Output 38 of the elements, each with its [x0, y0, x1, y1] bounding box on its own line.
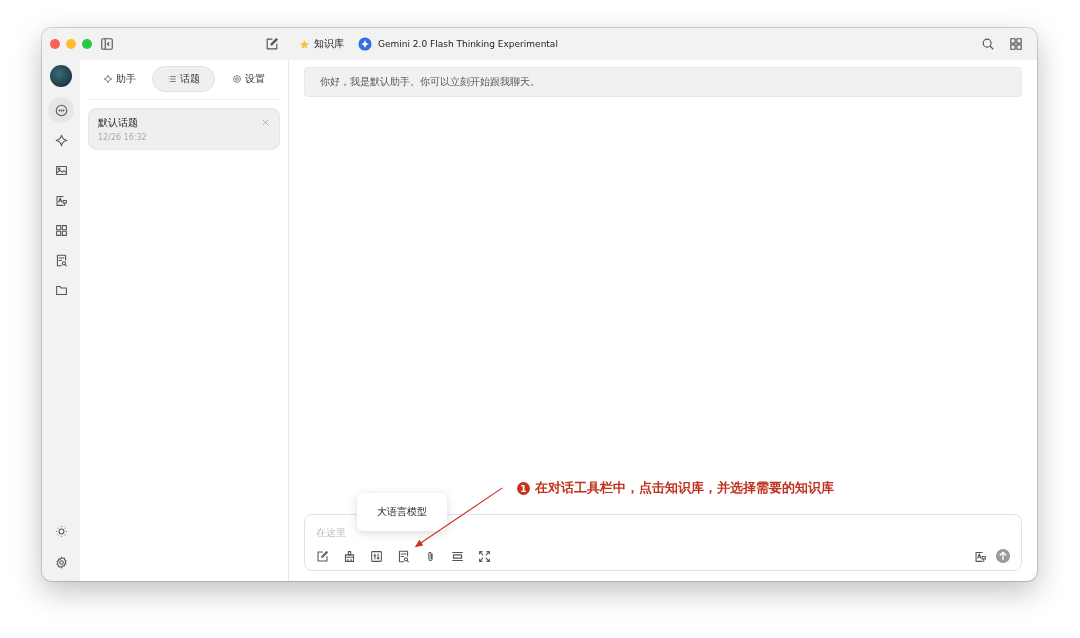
send-button[interactable] [995, 548, 1011, 564]
broom-icon[interactable] [343, 549, 356, 563]
folder-icon [54, 283, 68, 297]
expand-icon[interactable] [478, 549, 491, 563]
message-bubble: 你好，我是默认助手。你可以立刻开始跟我聊天。 [304, 67, 1022, 97]
tab[interactable]: 话题 [152, 66, 216, 92]
apps-icon [54, 223, 68, 237]
image-icon [54, 163, 68, 177]
knowledge-base-button[interactable]: 知识库 [299, 37, 344, 51]
settings-icon[interactable] [54, 556, 68, 569]
topic-time: 12/26 16:32 [98, 133, 147, 142]
translate-icon[interactable] [974, 549, 987, 563]
gear-icon [231, 74, 242, 84]
translate-icon [54, 193, 68, 207]
new-chat-icon[interactable] [265, 37, 279, 51]
model-selector[interactable]: Gemini 2.0 Flash Thinking Experimental [358, 37, 558, 51]
tab[interactable]: 设置 [217, 66, 279, 92]
sparkle-icon [54, 133, 68, 147]
tab[interactable]: 助手 [89, 66, 151, 92]
theme-icon[interactable] [54, 525, 68, 538]
sidebar-item[interactable] [48, 97, 74, 123]
apps-icon[interactable] [1009, 37, 1023, 51]
sliders-icon[interactable] [370, 549, 383, 563]
document-search-icon [54, 253, 68, 267]
sidebar-toggle-icon[interactable] [100, 37, 114, 51]
topic-item[interactable]: 默认话题 12/26 16:32 [88, 108, 280, 150]
tooltip: 大语言模型 [357, 493, 447, 531]
chat-icon [54, 103, 68, 117]
star-icon [299, 38, 310, 50]
sparkle-icon [103, 74, 114, 84]
close-button[interactable] [50, 39, 60, 49]
topic-title: 默认话题 [98, 116, 139, 130]
avatar[interactable] [50, 65, 72, 87]
search-icon[interactable] [981, 37, 995, 51]
edit-icon[interactable] [316, 549, 329, 563]
gemini-logo-icon [358, 37, 372, 51]
divider-icon[interactable] [451, 549, 464, 563]
list-icon [167, 74, 178, 84]
